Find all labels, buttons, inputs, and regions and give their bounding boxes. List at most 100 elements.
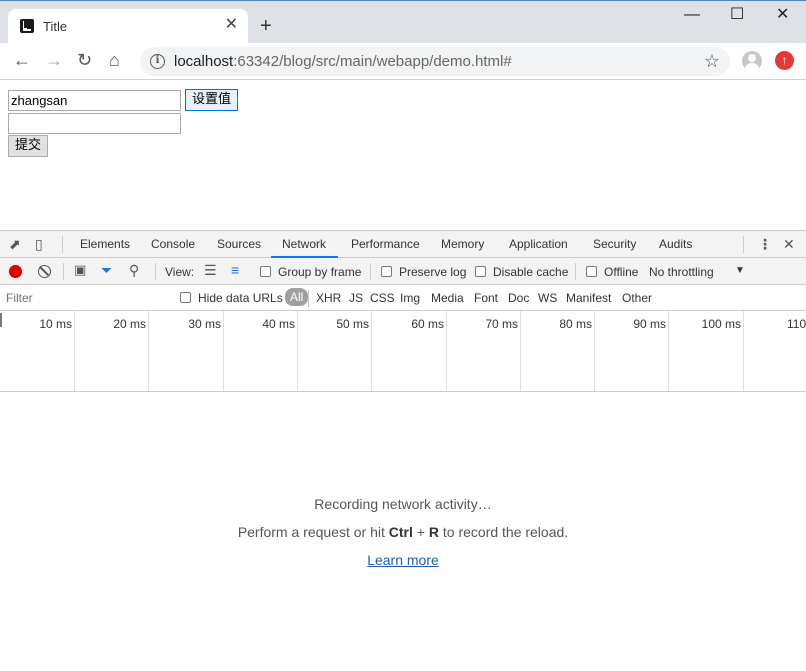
divider — [155, 263, 156, 280]
device-toolbar-icon[interactable]: ▯ — [35, 235, 43, 253]
timeline-tick-label: 70 ms — [485, 317, 518, 331]
close-devtools-icon[interactable]: ✕ — [783, 235, 795, 253]
tab-application[interactable]: Application — [509, 237, 568, 251]
timeline-tick-label: 90 ms — [633, 317, 666, 331]
search-icon[interactable]: ⚲ — [129, 261, 139, 279]
divider — [63, 263, 64, 280]
devtools-tabbar: ⬈ ▯ Elements Console Sources Network Per… — [0, 231, 806, 258]
tab-sources[interactable]: Sources — [217, 237, 261, 251]
inspect-element-icon[interactable]: ⬈ — [9, 235, 21, 253]
divider — [743, 236, 744, 253]
chevron-down-icon[interactable]: ▼ — [735, 265, 745, 276]
bookmark-star-icon[interactable]: ☆ — [704, 51, 720, 72]
submit-button[interactable]: 提交 — [8, 135, 49, 157]
network-overview-timeline[interactable]: 10 ms 20 ms 30 ms 40 ms 50 ms 60 ms 70 ms 80 ms… — [0, 311, 806, 392]
large-rows-icon[interactable]: ☰ — [204, 261, 217, 279]
back-arrow-icon[interactable]: ← — [13, 51, 31, 69]
timeline-gridline — [223, 311, 224, 391]
reload-icon[interactable]: ↻ — [77, 51, 92, 69]
learn-more-container: Learn more — [0, 552, 806, 568]
filter-type-all[interactable]: All — [285, 288, 309, 306]
tab-network[interactable]: Network — [282, 237, 326, 251]
record-icon[interactable] — [9, 265, 22, 278]
set-value-button[interactable]: 设置值 — [185, 89, 239, 111]
new-tab-button[interactable]: + — [260, 16, 272, 36]
timeline-tick-label: 100 ms — [701, 317, 741, 331]
minimize-button[interactable]: — — [684, 7, 700, 23]
tab-security[interactable]: Security — [593, 237, 636, 251]
home-icon[interactable]: ⌂ — [109, 51, 120, 69]
preserve-log-label: Preserve log — [399, 265, 467, 279]
timeline-gridline — [148, 311, 149, 391]
timeline-tick-label: 20 ms — [113, 317, 146, 331]
tab-performance[interactable]: Performance — [351, 237, 420, 251]
close-window-button[interactable]: ✕ — [776, 7, 789, 23]
timeline-tick-label: 50 ms — [336, 317, 369, 331]
timeline-gridline — [371, 311, 372, 391]
timeline-tick-label: 80 ms — [559, 317, 592, 331]
disable-cache-label: Disable cache — [493, 265, 569, 279]
group-by-frame-checkbox[interactable] — [260, 266, 271, 277]
text-input-2[interactable] — [8, 113, 181, 134]
text-input-1[interactable] — [8, 90, 181, 111]
offline-checkbox[interactable] — [586, 266, 597, 277]
devtools-panel: ⬈ ▯ Elements Console Sources Network Per… — [0, 230, 806, 671]
filter-type-manifest[interactable]: Manifest — [566, 291, 611, 305]
offline-label: Offline — [604, 265, 639, 279]
filter-type-media[interactable]: Media — [431, 291, 464, 305]
tab-memory[interactable]: Memory — [441, 237, 484, 251]
view-label: View: — [165, 265, 195, 279]
filter-type-other[interactable]: Other — [622, 291, 652, 305]
filter-input[interactable] — [2, 288, 167, 307]
throttling-select[interactable]: No throttling — [649, 265, 714, 279]
browser-toolbar: ← → ↻ ⌂ i localhost:63342/blog/src/main/… — [0, 43, 806, 80]
network-toolbar: ▣ ⏷ ⚲ View: ☰ ≡ Group by frame Preserve … — [0, 258, 806, 285]
hide-data-urls-checkbox[interactable] — [180, 292, 191, 303]
tab-audits[interactable]: Audits — [659, 237, 692, 251]
address-bar[interactable]: i localhost:63342/blog/src/main/webapp/d… — [140, 47, 730, 76]
disable-cache-checkbox[interactable] — [475, 266, 486, 277]
timeline-tick-label: 40 ms — [262, 317, 295, 331]
maximize-button[interactable]: ☐ — [730, 7, 744, 23]
filter-funnel-icon[interactable]: ⏷ — [101, 261, 112, 279]
filter-type-font[interactable]: Font — [474, 291, 498, 305]
filter-type-doc[interactable]: Doc — [508, 291, 529, 305]
browser-tab[interactable]: Title ✕ — [8, 9, 248, 44]
divider — [575, 263, 576, 280]
timeline-cursor — [0, 313, 2, 327]
browser-tabstrip: Title ✕ + — ☐ ✕ — [0, 0, 806, 44]
timeline-tick-label: 30 ms — [188, 317, 221, 331]
tab-close-icon[interactable]: ✕ — [225, 17, 238, 33]
filter-type-img[interactable]: Img — [400, 291, 420, 305]
recording-message: Recording network activity… — [314, 496, 492, 512]
filter-type-xhr[interactable]: XHR — [316, 291, 341, 305]
camera-icon[interactable]: ▣ — [74, 261, 86, 279]
group-by-frame-label: Group by frame — [278, 265, 362, 279]
profile-avatar-icon[interactable] — [742, 51, 762, 71]
forward-arrow-icon[interactable]: → — [45, 51, 63, 69]
divider — [62, 236, 63, 253]
page-content: 设置值 提交 — [0, 81, 806, 230]
filter-type-css[interactable]: CSS — [370, 291, 395, 305]
preserve-log-checkbox[interactable] — [381, 266, 392, 277]
clear-icon[interactable] — [38, 265, 51, 278]
hide-data-urls-label: Hide data URLs — [198, 291, 283, 305]
record-hint: Perform a request or hit Ctrl + R to rec… — [237, 524, 569, 540]
waterfall-icon[interactable]: ≡ — [231, 261, 239, 279]
filter-type-js[interactable]: JS — [349, 291, 363, 305]
info-icon[interactable]: i — [150, 54, 165, 69]
timeline-gridline — [743, 311, 744, 391]
url-text[interactable]: localhost:63342/blog/src/main/webapp/dem… — [174, 53, 512, 70]
learn-more-link[interactable]: Learn more — [367, 552, 439, 568]
timeline-gridline — [297, 311, 298, 391]
more-options-icon[interactable]: ⋮ — [758, 235, 772, 253]
network-filter-bar: Hide data URLs All XHR JS CSS Img Media … — [0, 285, 806, 311]
extension-icon[interactable]: ↑ — [775, 51, 794, 70]
filter-type-ws[interactable]: WS — [538, 291, 557, 305]
timeline-tick-label: 60 ms — [411, 317, 444, 331]
tab-console[interactable]: Console — [151, 237, 195, 251]
divider — [370, 263, 371, 280]
timeline-gridline — [668, 311, 669, 391]
timeline-tick-label: 110 ms — [787, 317, 806, 331]
tab-elements[interactable]: Elements — [80, 237, 130, 251]
